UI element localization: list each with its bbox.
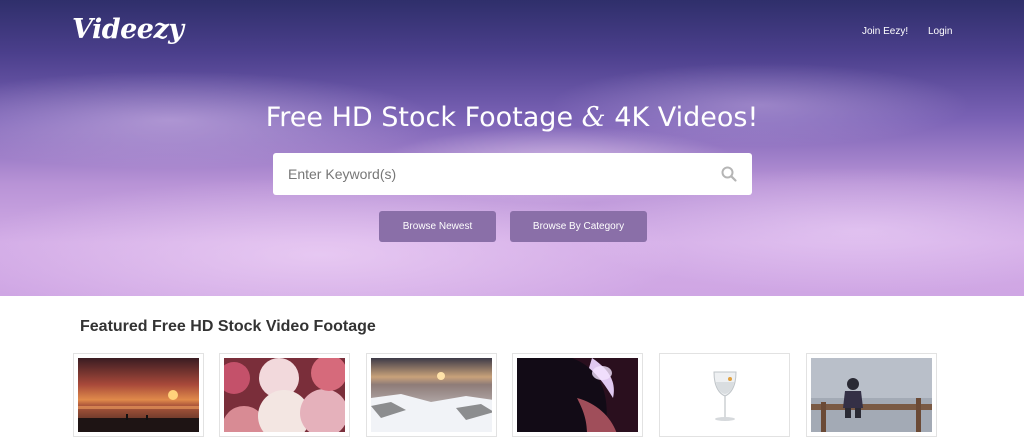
hero-title: Free HD Stock Footage & 4K Videos! <box>0 102 1024 133</box>
hero-title-ampersand: & <box>581 102 606 133</box>
search-input[interactable] <box>273 153 713 195</box>
videezy-logo[interactable]: Videezy <box>72 14 184 45</box>
hero-title-part1: Free HD Stock Footage <box>265 102 582 133</box>
video-thumbnail-sunset-beach[interactable] <box>73 353 204 437</box>
video-thumbnail-wine-glass[interactable] <box>659 353 790 437</box>
search-icon[interactable] <box>720 165 738 183</box>
featured-section-title: Featured Free HD Stock Video Footage <box>80 318 376 335</box>
video-thumbnail-snowy-aerial[interactable] <box>366 353 497 437</box>
search-bar <box>273 153 752 195</box>
browse-by-category-button[interactable]: Browse By Category <box>510 211 647 242</box>
video-thumbnail-person-on-pier[interactable] <box>806 353 937 437</box>
video-thumbnail-canyon-light[interactable] <box>512 353 643 437</box>
hero-section: Videezy Join Eezy! Login Free HD Stock F… <box>0 0 1024 296</box>
browse-newest-button[interactable]: Browse Newest <box>379 211 496 242</box>
login-link[interactable]: Login <box>928 26 952 37</box>
hero-title-part2: 4K Videos! <box>605 102 759 133</box>
join-eezy-link[interactable]: Join Eezy! <box>862 26 908 37</box>
video-thumbnail-balloons[interactable] <box>219 353 350 437</box>
